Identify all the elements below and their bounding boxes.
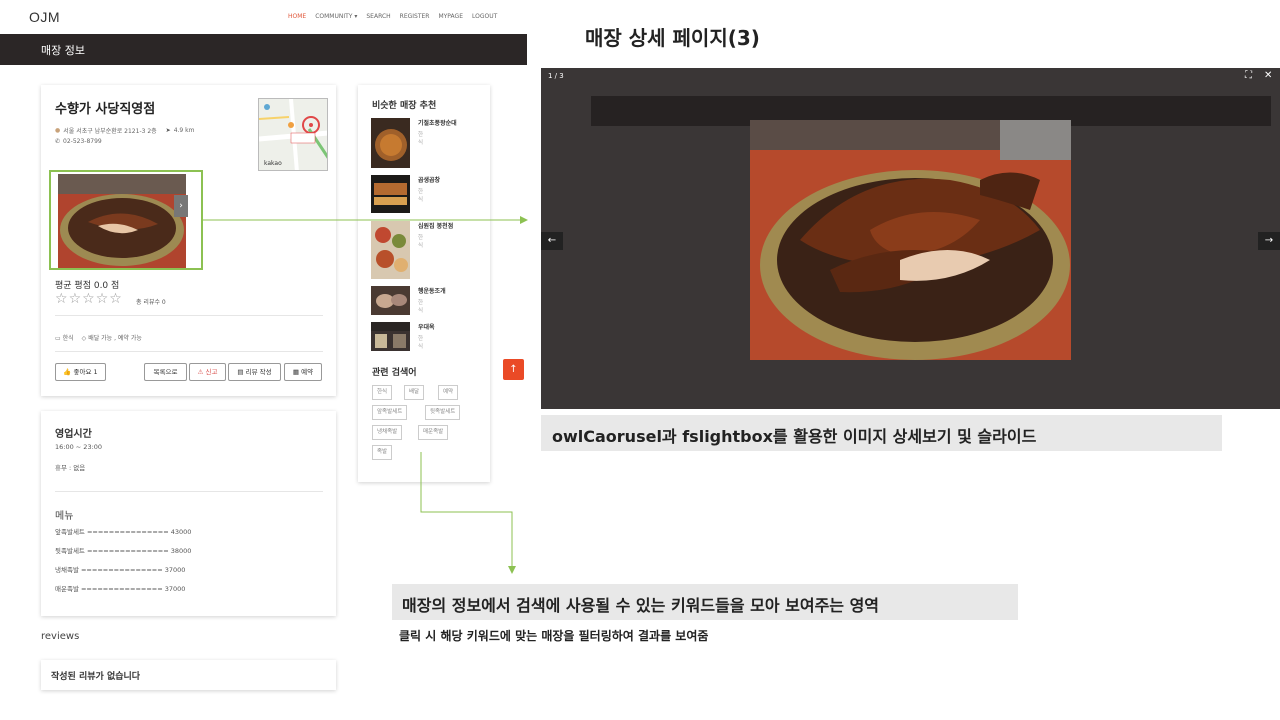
lightbox-caption-text: owlCaorusel과 fslightbox를 활용한 이미지 상세보기 및 … bbox=[552, 427, 1037, 446]
lightbox-image[interactable] bbox=[750, 120, 1071, 360]
keyword-caption-text: 매장의 정보에서 검색에 사용될 수 있는 키워드들을 모아 보여주는 영역 bbox=[402, 596, 880, 615]
lightbox-preview: 1 / 3 ⛶ ✕ ← → bbox=[541, 68, 1280, 409]
arrow-left-icon: ← bbox=[547, 235, 557, 246]
lightbox-caption: owlCaorusel과 fslightbox를 활용한 이미지 상세보기 및 … bbox=[541, 415, 1222, 451]
lightbox-prev-button[interactable]: ← bbox=[541, 232, 563, 250]
slide-title: 매장 상세 페이지(3) bbox=[585, 26, 760, 50]
arrow-right-icon: → bbox=[1264, 235, 1274, 246]
lightbox-counter: 1 / 3 bbox=[548, 72, 564, 80]
lightbox-next-button[interactable]: → bbox=[1258, 232, 1280, 250]
keyword-caption-sub: 클릭 시 해당 키워드에 맞는 매장을 필터링하여 결과를 보여줌 bbox=[399, 629, 709, 643]
keyword-caption: 매장의 정보에서 검색에 사용될 수 있는 키워드들을 모아 보여주는 영역 bbox=[392, 584, 1018, 620]
close-icon[interactable]: ✕ bbox=[1264, 70, 1272, 81]
jokbal-photo bbox=[750, 120, 1071, 360]
fullscreen-icon[interactable]: ⛶ bbox=[1245, 70, 1252, 81]
